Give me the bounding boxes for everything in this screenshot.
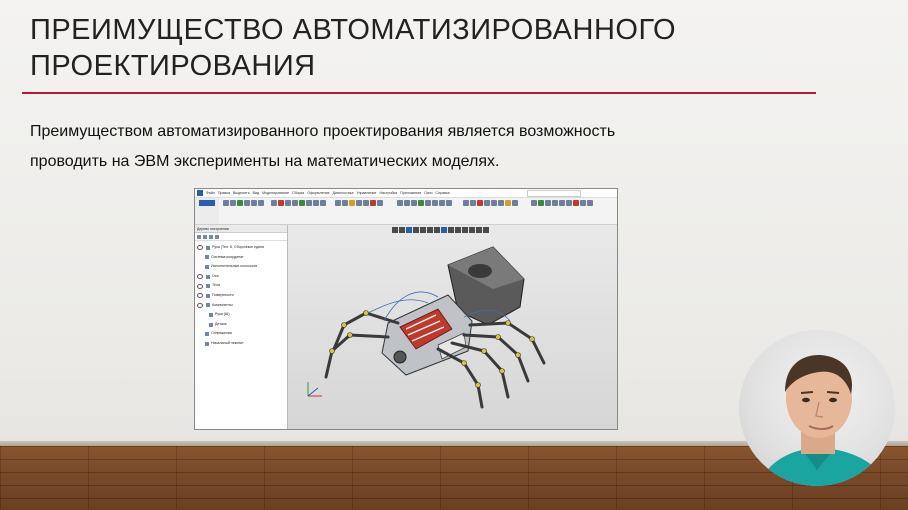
cad-menu-item: Управление	[356, 191, 377, 195]
tree-item: Система координат	[195, 253, 287, 263]
cad-ribbon	[195, 198, 617, 225]
cad-menu-item: Справка	[435, 191, 450, 195]
tree-item: Исполнительные плоскости	[195, 262, 287, 272]
slide-title: ПРЕИМУЩЕСТВО АВТОМАТИЗИРОВАННОГО ПРОЕКТИ…	[30, 12, 830, 84]
folder-icon	[206, 293, 210, 298]
palm	[381, 294, 473, 376]
folder-icon	[205, 255, 209, 260]
cad-menu-item: Вид	[252, 191, 260, 195]
robot-hand-model	[324, 246, 546, 409]
cad-menu-item: Настройка	[379, 191, 398, 195]
ribbon-group	[397, 200, 457, 218]
presenter-portrait	[759, 355, 889, 486]
cad-menu-item: Моделирование	[262, 191, 289, 195]
eye-icon	[197, 293, 203, 299]
ribbon-group	[531, 200, 611, 218]
cad-left-toolbar	[195, 198, 219, 224]
tree-item: Деталь	[195, 320, 287, 330]
axis-triad-icon	[307, 382, 322, 397]
slide-body: Преимуществом автоматизированного проект…	[30, 117, 830, 177]
eye-icon	[197, 245, 203, 251]
model-tree-tools	[195, 233, 287, 241]
cad-search-input	[527, 190, 581, 197]
tree-item: Начальный чекспит	[195, 339, 287, 349]
cad-menu-item: Файл	[206, 191, 215, 195]
eye-icon	[197, 274, 203, 280]
ribbon-group	[335, 200, 391, 218]
ribbon-group	[463, 200, 525, 218]
tree-item: Оси	[195, 272, 287, 282]
eye-icon	[197, 302, 203, 308]
tree-item: Тела	[195, 281, 287, 291]
presentation-slide: ПРЕИМУЩЕСТВО АВТОМАТИЗИРОВАННОГО ПРОЕКТИ…	[0, 0, 908, 510]
cad-menu-item: Правка	[217, 191, 230, 195]
model-tree-panel: Дерево построения Рука (Тел. 6, Сборочны…	[195, 225, 288, 429]
tree-item: Поверхности	[195, 291, 287, 301]
cad-menu-item: Выделить	[232, 191, 250, 195]
ribbon-group	[271, 200, 329, 218]
cad-screenshot: Файл Правка Выделить Вид Моделирование С…	[194, 188, 618, 430]
folder-icon	[206, 303, 210, 308]
cad-3d-viewport	[288, 225, 617, 429]
tree-item: Рука (Тел. 6, Сборочные едини	[195, 243, 287, 253]
home-tab	[199, 200, 215, 206]
kompas-logo-icon	[197, 190, 203, 196]
model-tree-title: Дерево построения	[197, 226, 229, 231]
cad-menu-item: Приложения	[400, 191, 422, 195]
slide-title-line1: ПРЕИМУЩЕСТВО АВТОМАТИЗИРОВАННОГО	[30, 14, 677, 46]
tree-item: Сопряжения	[195, 329, 287, 339]
cad-menubar: Файл Правка Выделить Вид Моделирование С…	[195, 189, 617, 198]
mate-icon	[205, 332, 209, 337]
model-tree: Рука (Тел. 6, Сборочные едини Система ко…	[195, 241, 287, 349]
title-divider	[22, 92, 816, 94]
assembly-icon	[206, 245, 210, 250]
eye-icon	[197, 283, 203, 289]
sketch-icon	[205, 341, 209, 346]
model-tree-header: Дерево построения	[195, 225, 287, 233]
tree-item: Компоненты	[195, 301, 287, 311]
part-icon	[209, 312, 213, 317]
cad-menu-item: Окно	[424, 191, 433, 195]
folder-icon	[205, 264, 209, 269]
folder-icon	[206, 284, 210, 289]
cad-menu-item: Сборка	[291, 191, 305, 195]
presenter-webcam	[739, 330, 895, 486]
folder-icon	[206, 274, 210, 279]
ribbon-group	[223, 200, 267, 218]
cad-menu-item: Диагностика	[332, 191, 354, 195]
cad-menu-item: Оформление	[307, 191, 330, 195]
slide-title-line2: ПРОЕКТИРОВАНИЯ	[30, 50, 316, 82]
part-icon	[209, 322, 213, 327]
tree-item: Рука (Ш)	[195, 310, 287, 320]
slide-body-line1: Преимуществом автоматизированного проект…	[30, 123, 616, 140]
slide-body-line2: проводить на ЭВМ эксперименты на математ…	[30, 153, 500, 170]
